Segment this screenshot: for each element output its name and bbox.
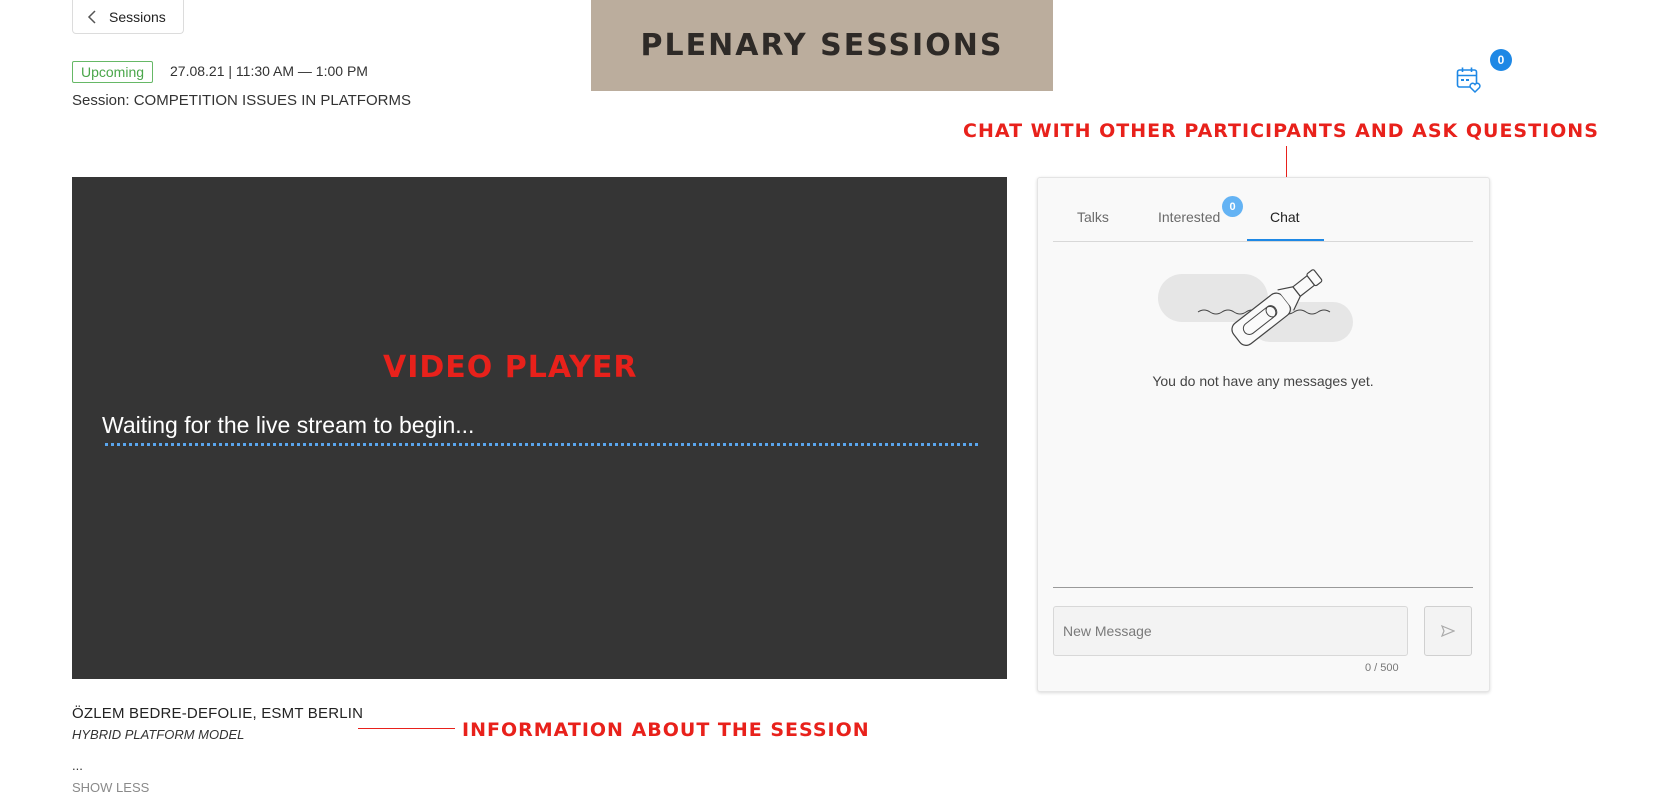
tab-interested[interactable]: Interested xyxy=(1158,209,1220,225)
stream-waiting-text: Waiting for the live stream to begin... xyxy=(102,412,475,438)
info-annotation: INFORMATION ABOUT THE SESSION xyxy=(462,719,870,741)
send-button[interactable] xyxy=(1424,606,1472,656)
session-title: Session: COMPETITION ISSUES IN PLATFORMS xyxy=(72,92,411,109)
speaker-name: ÖZLEM BEDRE-DEFOLIE, ESMT BERLIN xyxy=(72,705,364,722)
tabs-divider xyxy=(1053,241,1473,242)
session-datetime: 27.08.21 | 11:30 AM — 1:00 PM xyxy=(170,63,368,79)
active-tab-indicator xyxy=(1247,239,1324,241)
back-to-sessions-button[interactable]: Sessions xyxy=(72,0,184,34)
empty-chat-message: You do not have any messages yet. xyxy=(1152,373,1374,389)
chevron-left-icon xyxy=(87,9,96,24)
interested-count-badge: 0 xyxy=(1222,196,1243,217)
banner-title: PLENARY SESSIONS xyxy=(640,28,1004,63)
tab-chat[interactable]: Chat xyxy=(1270,209,1300,225)
chat-annotation: CHAT WITH OTHER PARTICIPANTS AND ASK QUE… xyxy=(963,120,1599,142)
send-icon xyxy=(1441,625,1455,637)
character-counter: 0 / 500 xyxy=(1365,662,1399,674)
tab-talks[interactable]: Talks xyxy=(1077,209,1109,225)
description-ellipsis: ... xyxy=(72,758,83,773)
stream-loading-indicator xyxy=(105,443,978,446)
plenary-banner: PLENARY SESSIONS xyxy=(591,0,1053,91)
show-less-link[interactable]: SHOW LESS xyxy=(72,780,149,795)
input-divider xyxy=(1053,587,1473,588)
video-annotation: VIDEO PLAYER xyxy=(383,350,638,385)
talk-subtitle: HYBRID PLATFORM MODEL xyxy=(72,727,245,742)
calendar-count-badge: 0 xyxy=(1490,49,1512,71)
status-badge: Upcoming xyxy=(72,61,154,83)
info-annotation-line xyxy=(358,728,455,729)
new-message-input[interactable] xyxy=(1053,606,1408,656)
message-bottle-illustration xyxy=(1158,269,1353,346)
back-button-label: Sessions xyxy=(109,8,166,25)
calendar-heart-icon[interactable] xyxy=(1456,66,1482,94)
